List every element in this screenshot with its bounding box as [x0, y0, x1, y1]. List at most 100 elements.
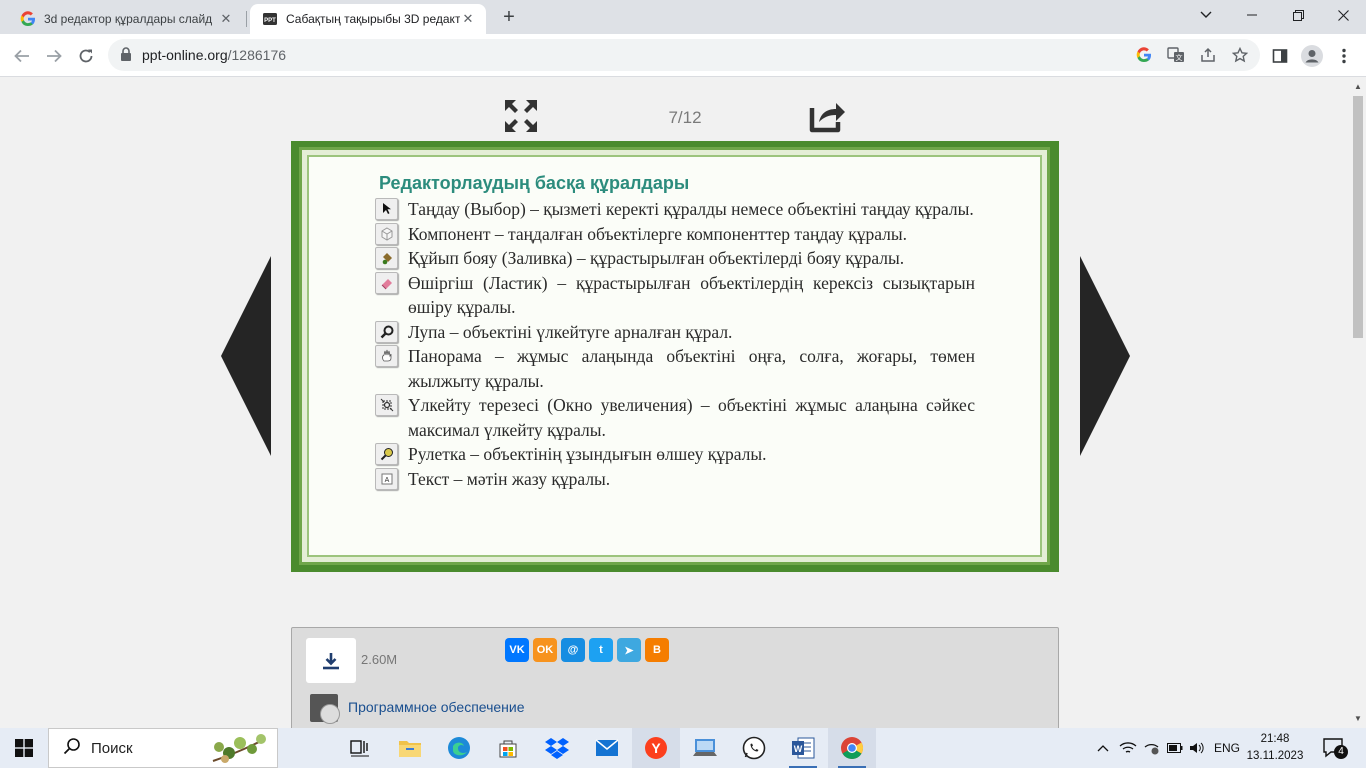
list-item: Лупа – объектіні үлкейтуге арналған құра… — [375, 320, 975, 345]
chrome-icon[interactable] — [828, 728, 876, 768]
ppt-icon: PPT — [262, 11, 278, 27]
menu-kebab-icon[interactable] — [1332, 44, 1356, 68]
zoom-window-icon — [375, 394, 398, 416]
whatsapp-icon[interactable] — [730, 728, 778, 768]
notification-count: 4 — [1334, 745, 1348, 759]
svg-text:W: W — [794, 744, 803, 754]
side-panel-icon[interactable] — [1268, 44, 1292, 68]
download-info-panel: 2.60M VK OK @ t ➤ B Программное обеспече… — [291, 627, 1059, 728]
slide-frame: Редакторлаудың басқа құралдары Таңдау (В… — [299, 147, 1050, 565]
tape-measure-icon — [375, 443, 398, 465]
next-slide-button[interactable] — [1078, 256, 1130, 456]
google-icon — [20, 11, 36, 27]
tab-title: Сабақтың тақырыбы 3D редакт — [286, 12, 460, 26]
forward-icon[interactable] — [40, 42, 68, 70]
scroll-up-icon[interactable]: ▲ — [1354, 82, 1362, 91]
restore-icon[interactable] — [1275, 0, 1321, 30]
close-tab-icon[interactable]: ✕ — [218, 11, 234, 27]
paint-bucket-icon — [375, 247, 398, 269]
search-highlight-icon — [212, 734, 266, 763]
list-item: Өшіргіш (Ластик) – құрастырылған объекті… — [375, 271, 975, 320]
minimize-icon[interactable] — [1229, 0, 1275, 30]
slide-page: Редакторлаудың басқа құралдары Таңдау (В… — [307, 155, 1042, 557]
bookmark-star-icon[interactable] — [1230, 45, 1250, 65]
translate-icon[interactable]: 文 — [1166, 45, 1186, 65]
windows-taskbar: Поиск Y W ENG 21:48 13.11.2023 4 — [0, 728, 1366, 768]
blogger-share-icon[interactable]: B — [645, 638, 669, 662]
tab-3d-editor-tools[interactable]: 3d редактор құралдары слайд ✕ — [8, 4, 244, 34]
scrollbar-thumb[interactable] — [1353, 96, 1363, 338]
url-text: ppt-online.org/1286176 — [142, 47, 287, 63]
profile-avatar-icon[interactable] — [1300, 44, 1324, 68]
tab-strip: 3d редактор құралдары слайд ✕ PPT Сабақт… — [0, 0, 1366, 34]
text-tool-icon: A — [375, 467, 398, 490]
tab-search-icon[interactable] — [1183, 0, 1229, 30]
tab-title: 3d редактор құралдары слайд — [44, 12, 213, 26]
mail-icon[interactable] — [583, 728, 631, 768]
volume-icon[interactable] — [1186, 728, 1208, 768]
social-share-bar: VK OK @ t ➤ B — [505, 638, 669, 662]
reload-icon[interactable] — [72, 42, 100, 70]
microsoft-store-icon[interactable] — [484, 728, 532, 768]
new-tab-button[interactable]: + — [498, 7, 520, 29]
download-button[interactable] — [306, 638, 356, 683]
share-icon[interactable] — [808, 98, 846, 134]
tab-divider — [246, 11, 247, 27]
task-view-icon[interactable] — [336, 728, 384, 768]
svg-text:文: 文 — [1176, 53, 1183, 62]
pan-hand-icon — [375, 345, 398, 367]
desktop-app-icon[interactable] — [681, 728, 729, 768]
tab-lesson-topic[interactable]: PPT Сабақтың тақырыбы 3D редакт ✕ — [250, 4, 486, 34]
search-icon — [63, 737, 81, 760]
vk-share-icon[interactable]: VK — [505, 638, 529, 662]
tool-list: Таңдау (Выбор) – қызметі керекті құралды… — [375, 197, 975, 491]
windows-start-icon[interactable] — [0, 728, 48, 768]
svg-text:Y: Y — [651, 740, 661, 756]
moimir-share-icon[interactable]: @ — [561, 638, 585, 662]
taskbar-clock[interactable]: 21:48 13.11.2023 — [1244, 731, 1306, 765]
twitter-share-icon[interactable]: t — [589, 638, 613, 662]
close-tab-icon[interactable]: ✕ — [460, 11, 476, 27]
back-icon[interactable] — [8, 42, 36, 70]
notifications-icon[interactable]: 4 — [1322, 736, 1348, 760]
list-item: Құйып бояу (Заливка) – құрастырылған объ… — [375, 246, 975, 271]
taskbar-search-box[interactable]: Поиск — [48, 728, 278, 768]
scroll-down-icon[interactable]: ▼ — [1354, 714, 1362, 723]
fullscreen-icon[interactable] — [503, 98, 539, 134]
lock-icon[interactable] — [120, 47, 132, 67]
clock-time: 21:48 — [1260, 733, 1290, 745]
share-page-icon[interactable] — [1198, 45, 1218, 65]
svg-text:A: A — [384, 477, 389, 484]
category-link[interactable]: Программное обеспечение — [348, 699, 525, 715]
slide-counter: 7/12 — [668, 108, 702, 127]
eraser-icon — [375, 271, 398, 294]
battery-icon[interactable] — [1164, 728, 1186, 768]
close-window-icon[interactable] — [1320, 0, 1366, 30]
list-item: A Текст – мәтін жазу құралы. — [375, 467, 975, 492]
yandex-browser-icon[interactable]: Y — [632, 728, 680, 768]
page-viewport: 7/12 Редакторлаудың басқа құралдары Таңд… — [0, 78, 1350, 728]
previous-slide-button[interactable] — [221, 256, 273, 456]
wifi-icon[interactable] — [1116, 728, 1140, 768]
address-bar[interactable]: ppt-online.org/1286176 文 — [108, 39, 1260, 71]
svg-text:PPT: PPT — [264, 18, 276, 24]
component-icon — [375, 222, 398, 245]
network-icon[interactable] — [1140, 728, 1164, 768]
list-item: Компонент – таңдалған объектілерге компо… — [375, 222, 975, 247]
page-scrollbar[interactable]: ▲ ▼ — [1350, 78, 1366, 728]
dropbox-icon[interactable] — [533, 728, 581, 768]
list-item: Рулетка – объектінің ұзындығын өлшеу құр… — [375, 442, 975, 467]
telegram-share-icon[interactable]: ➤ — [617, 638, 641, 662]
clock-date: 13.11.2023 — [1246, 750, 1304, 762]
software-category-icon — [310, 694, 340, 724]
slide-title: Редакторлаудың басқа құралдары — [379, 173, 690, 193]
file-explorer-icon[interactable] — [386, 728, 434, 768]
odnoklassniki-share-icon[interactable]: OK — [533, 638, 557, 662]
cursor-icon — [375, 198, 398, 220]
word-icon[interactable]: W — [779, 728, 827, 768]
show-hidden-icons-icon[interactable] — [1092, 728, 1114, 768]
google-icon[interactable] — [1134, 45, 1154, 65]
edge-icon[interactable] — [435, 728, 483, 768]
language-indicator[interactable]: ENG — [1210, 728, 1244, 768]
list-item: Таңдау (Выбор) – қызметі керекті құралды… — [375, 197, 975, 222]
